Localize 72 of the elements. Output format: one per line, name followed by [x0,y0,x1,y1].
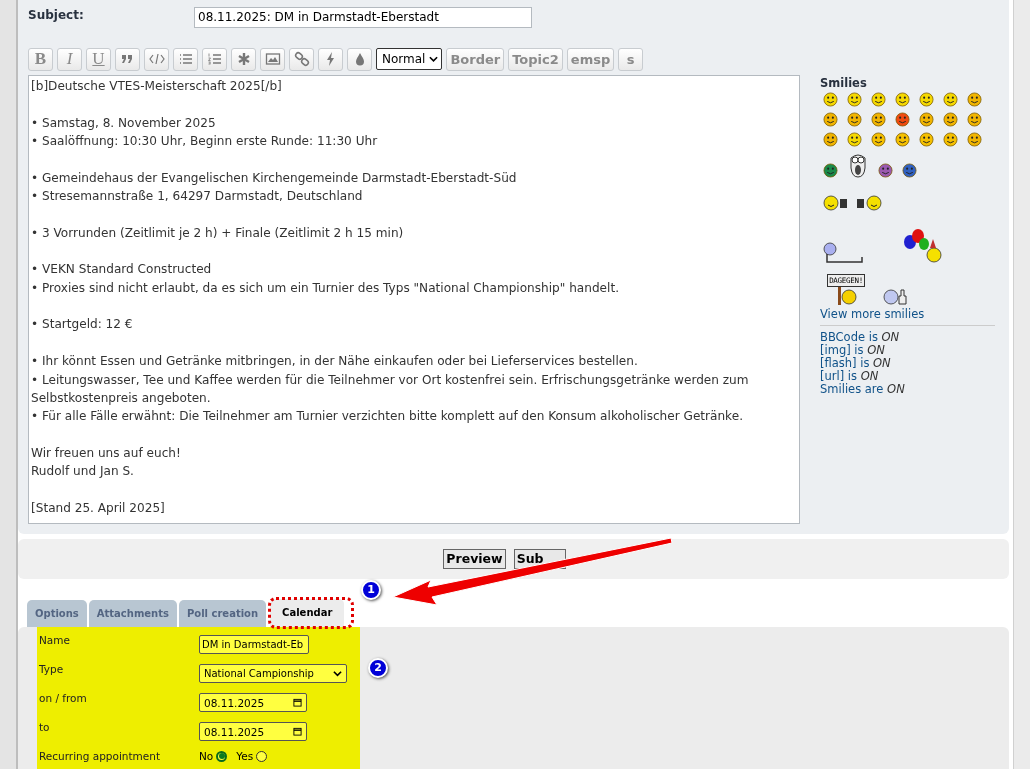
date-input[interactable]: 08.11.2025 [199,722,307,741]
smiley-icon[interactable] [943,92,958,107]
field-label: Type [39,663,65,677]
bbcode-status-text: [url] is ON [820,370,880,383]
smiley-icon[interactable] [871,132,886,147]
subject-label: Subject: [28,7,85,22]
smiley-icon[interactable] [847,112,862,127]
smiley-icon[interactable] [943,132,958,147]
message-textarea[interactable]: [b]Deutsche VTES-Meisterschaft 2025[/b] • Samstag, 8. November 2025 • Saalöffnung: 10:30 Uhr, Beginn erste Runde: 11:30 Uhr • Gemeindehaus der Evangelischen Kirchengemeinde Darmstadt-Eberstadt-Süd • Stresemannstraße 1, 64297 Darmstadt, Deutschland • 3 Vorrunden (Zeitlimit je 2 h) + Finale (Zeitlimit 2 h 15 min) • VEKN Standard Constructed • Proxies sind nicht erlaubt, da es sich um ein Turnier des Typs "National Championship" handelt. • Startgeld: 12 € • Ihr könnt Essen und Getränke mitbringen, in der Nähe einkaufen oder bei Lieferservices bestellen. • Leitungswasser, Tee und Kaffee werden für die Teilnehmer vor Ort kostenfrei sein. Erfrischungsgetränke werden zum Selbstkostenpreis angeboten. • Für alle Fälle erwähnt: Die Teilnehmer am Turnier verzichten bitte komplett auf den Konsum alkoholischer Getränke. Wir freuen uns auf euch! Rudolf und Jan S. [Stand 25. April 2025] [28,75,800,524]
form-button[interactable]: Preview [443,549,506,569]
smiley-icon[interactable] [823,132,838,147]
smiley-icon[interactable] [871,112,886,127]
font-size-select[interactable]: Normal [376,48,443,70]
code-icon [148,51,165,67]
smiley-icon[interactable] [895,132,910,147]
view-more-smilies-link[interactable]: View more smilies [820,307,995,321]
smiley-icon[interactable] [919,112,934,127]
field-label: to [39,721,51,735]
list-button[interactable] [173,47,198,71]
name-input[interactable]: DM in Darmstadt-Eb [199,635,309,654]
smiley-icon[interactable] [967,132,982,147]
smiley-icon[interactable] [823,112,838,127]
bbcode-status-text: BBCode is ON [820,331,901,344]
radio-button[interactable] [256,750,268,762]
calendar-icon [293,727,302,736]
smiley-icon[interactable] [919,132,934,147]
smiley-icon[interactable] [823,92,838,107]
image-icon [264,51,281,67]
calendar-icon [293,698,302,707]
radio-button[interactable] [216,750,228,762]
smiley-icon[interactable] [871,92,886,107]
lying-figure-drawing[interactable] [823,242,863,264]
smiley-icon[interactable] [967,112,982,127]
step-badge: 1 [361,580,381,600]
date-input[interactable]: 08.11.2025 [199,693,307,712]
drop-button[interactable] [347,47,372,71]
smiley-icon[interactable] [967,92,982,107]
bbcode-status-text: [flash] is ON [820,357,892,370]
smiley-icon[interactable] [895,112,910,127]
quote-button[interactable] [115,47,140,71]
image-button[interactable] [260,47,285,71]
option-label: No [199,750,214,762]
smiley-icon[interactable] [878,163,893,178]
bbcode-status-text: Smilies are ON [820,383,906,396]
smilies-heading: Smilies [820,76,868,90]
list-icon [177,51,194,67]
link-button[interactable] [289,47,314,71]
bbcode-status-text: [img] is ON [820,344,886,357]
field-label: on / from [39,692,88,706]
caret-icon [333,669,342,678]
code-button[interactable] [144,47,169,71]
tab[interactable]: Calendar [270,599,345,627]
link-icon [293,51,310,67]
smiley-icon[interactable] [823,163,838,178]
caret-icon [429,56,439,62]
numbered-list-button[interactable] [202,47,227,71]
smiley-icon[interactable] [847,132,862,147]
smiley-icon[interactable] [919,92,934,107]
screaming-face-icon[interactable] [847,152,869,178]
subject-input[interactable]: 08.11.2025: DM in Darmstadt-Eberstadt [194,7,532,28]
numbered-list-icon [206,51,223,67]
asterisk-button[interactable] [231,47,256,71]
bolt-button[interactable] [318,47,343,71]
field-label: Name [39,634,71,648]
type-select[interactable]: National Campionship [199,664,347,683]
option-label: Yes [236,750,254,762]
smiley-icon[interactable] [902,163,917,178]
smiley-icon[interactable] [943,112,958,127]
smiley-icon[interactable] [847,92,862,107]
field-label: Recurring appointment [39,750,162,764]
beer-toast-drawing[interactable] [823,194,883,212]
smiley-icon[interactable] [895,92,910,107]
